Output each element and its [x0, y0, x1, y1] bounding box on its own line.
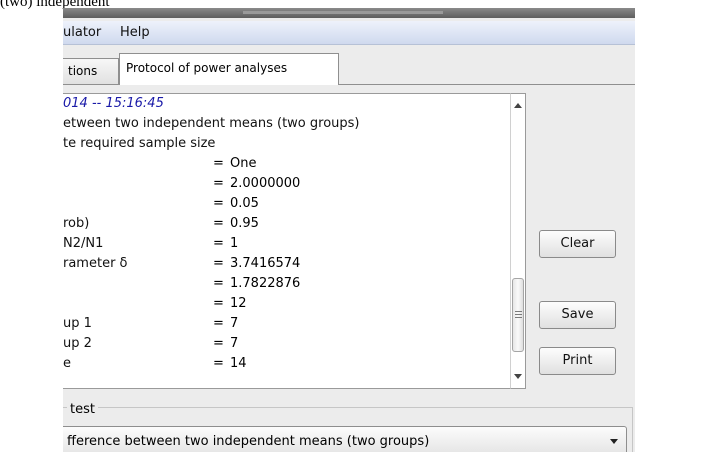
row-label: e: [63, 356, 71, 371]
grip-line: [515, 314, 522, 315]
grip-line: [515, 311, 522, 312]
row-value: 0.95: [230, 216, 259, 231]
scroll-down-arrow-icon[interactable]: [514, 374, 522, 379]
row-value: 2.0000000: [230, 176, 301, 191]
row-equals: =: [213, 316, 224, 331]
protocol-test-line: etween two independent means (two groups…: [63, 116, 360, 131]
row-label: rameter δ: [63, 256, 128, 271]
grip-line: [515, 317, 522, 318]
row-equals: =: [213, 176, 224, 191]
menu-bar: ulator Help: [63, 21, 635, 45]
protocol-text-area[interactable]: 014 -- 15:16:45 etween two independent m…: [63, 93, 511, 389]
row-value: 7: [230, 316, 239, 331]
print-button[interactable]: Print: [539, 347, 616, 375]
test-group-label: test: [67, 402, 98, 417]
gpower-window: ulator Help tions Protocol of power anal…: [63, 8, 635, 452]
row-value: 3.7416574: [230, 256, 301, 271]
row-equals: =: [213, 356, 224, 371]
protocol-analysis-line: te required sample size: [63, 136, 216, 151]
row-equals: =: [213, 256, 224, 271]
title-bar-shine: [243, 11, 443, 14]
row-value: 1: [230, 236, 239, 251]
protocol-timestamp: 014 -- 15:16:45: [63, 96, 164, 111]
row-label: up 1: [63, 316, 92, 331]
row-equals: =: [213, 236, 224, 251]
tab-distributions[interactable]: tions: [63, 58, 119, 84]
row-label: rob): [63, 216, 90, 231]
row-value: 0.05: [230, 196, 259, 211]
clear-button[interactable]: Clear: [539, 230, 616, 258]
title-bar[interactable]: [63, 8, 635, 18]
row-value: 14: [230, 356, 247, 371]
row-equals: =: [213, 296, 224, 311]
row-equals: =: [213, 156, 224, 171]
scroll-thumb[interactable]: [512, 278, 524, 352]
row-equals: =: [213, 276, 224, 291]
scroll-up-arrow-icon[interactable]: [514, 103, 522, 108]
row-value: One: [230, 156, 257, 171]
statistical-test-value: fference between two independent means (…: [67, 434, 430, 449]
protocol-scrollbar[interactable]: [510, 93, 526, 389]
tab-protocol[interactable]: Protocol of power analyses: [119, 53, 339, 85]
row-value: 7: [230, 336, 239, 351]
chevron-down-icon[interactable]: [610, 439, 618, 444]
row-value: 12: [230, 296, 247, 311]
statistical-test-select[interactable]: fference between two independent means (…: [63, 426, 627, 452]
row-label: N2/N1: [63, 236, 104, 251]
menu-item-help[interactable]: Help: [120, 25, 150, 40]
save-button[interactable]: Save: [539, 301, 616, 329]
row-equals: =: [213, 216, 224, 231]
row-label: up 2: [63, 336, 92, 351]
row-equals: =: [213, 196, 224, 211]
row-value: 1.7822876: [230, 276, 301, 291]
menu-item-calculator[interactable]: ulator: [63, 25, 101, 40]
row-equals: =: [213, 336, 224, 351]
